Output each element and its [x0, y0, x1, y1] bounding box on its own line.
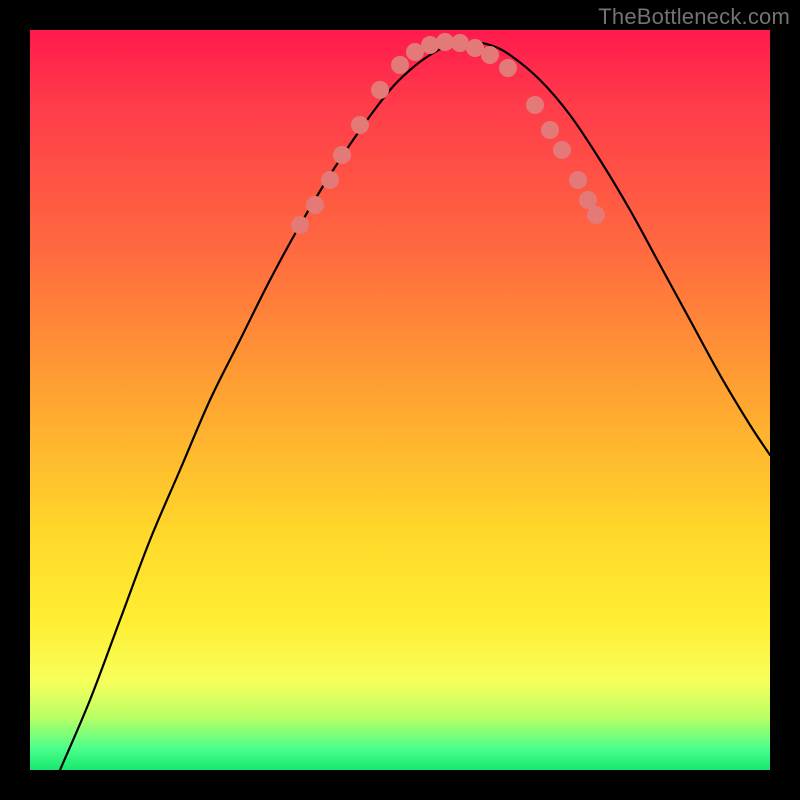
plot-area [30, 30, 770, 770]
highlight-dot [291, 216, 309, 234]
highlight-dot [569, 171, 587, 189]
highlight-dot [333, 146, 351, 164]
highlight-dots [291, 33, 605, 234]
bottleneck-curve [60, 42, 770, 770]
highlight-dot [526, 96, 544, 114]
highlight-dot [391, 56, 409, 74]
highlight-dot [553, 141, 571, 159]
highlight-dot [371, 81, 389, 99]
highlight-dot [306, 196, 324, 214]
highlight-dot [499, 59, 517, 77]
highlight-dot [587, 206, 605, 224]
highlight-dot [321, 171, 339, 189]
curve-svg [30, 30, 770, 770]
chart-frame: TheBottleneck.com [0, 0, 800, 800]
highlight-dot [541, 121, 559, 139]
highlight-dot [481, 46, 499, 64]
highlight-dot [421, 36, 439, 54]
highlight-dot [351, 116, 369, 134]
watermark-text: TheBottleneck.com [598, 4, 790, 30]
